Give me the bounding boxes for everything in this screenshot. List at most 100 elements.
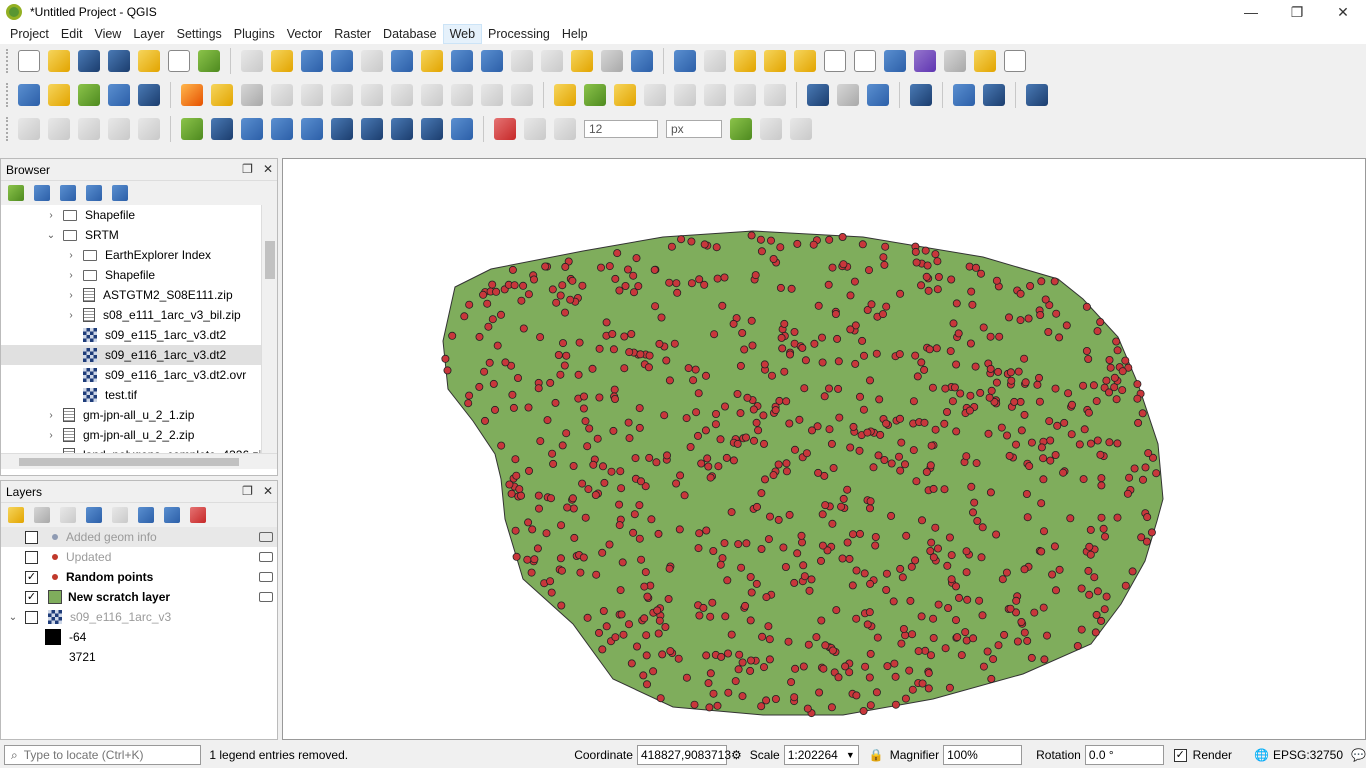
snapping-magnet-icon[interactable]	[494, 118, 516, 140]
random-point[interactable]	[619, 630, 628, 639]
random-point[interactable]	[1096, 317, 1105, 326]
db-layer-icon[interactable]	[837, 84, 859, 106]
random-point[interactable]	[697, 459, 706, 468]
random-point[interactable]	[610, 394, 619, 403]
random-point[interactable]	[906, 596, 915, 605]
random-point[interactable]	[933, 257, 942, 266]
random-point[interactable]	[557, 601, 566, 610]
random-point[interactable]	[653, 606, 662, 615]
random-point[interactable]	[944, 603, 953, 612]
random-point[interactable]	[875, 395, 884, 404]
random-point[interactable]	[882, 569, 891, 578]
random-point[interactable]	[779, 543, 788, 552]
db-manager-icon[interactable]	[807, 84, 829, 106]
random-point[interactable]	[1014, 367, 1023, 376]
random-point[interactable]	[562, 351, 571, 360]
random-point[interactable]	[928, 383, 937, 392]
random-point[interactable]	[687, 237, 696, 246]
pan-to-selection-icon[interactable]	[271, 50, 293, 72]
random-point[interactable]	[923, 261, 932, 270]
random-point[interactable]	[475, 332, 484, 341]
random-point[interactable]	[986, 488, 995, 497]
random-point[interactable]	[1059, 468, 1068, 477]
change-label-icon[interactable]	[764, 84, 786, 106]
random-point[interactable]	[946, 347, 955, 356]
random-point[interactable]	[616, 467, 625, 476]
random-point[interactable]	[1052, 586, 1061, 595]
random-point[interactable]	[654, 529, 663, 538]
browser-item[interactable]: ›land_polygons_complete_4326.zip	[1, 445, 277, 453]
random-point[interactable]	[771, 406, 780, 415]
random-point[interactable]	[1084, 354, 1093, 363]
random-point[interactable]	[933, 285, 942, 294]
random-point[interactable]	[566, 295, 575, 304]
random-point[interactable]	[1017, 426, 1026, 435]
random-point[interactable]	[627, 659, 636, 668]
random-point[interactable]	[524, 290, 533, 299]
random-point[interactable]	[749, 436, 758, 445]
snapping-type-icon[interactable]	[554, 118, 576, 140]
random-point[interactable]	[517, 296, 526, 305]
random-point[interactable]	[740, 345, 749, 354]
random-point[interactable]	[641, 568, 650, 577]
random-point[interactable]	[898, 573, 907, 582]
random-point[interactable]	[947, 551, 956, 560]
deselect-all-icon[interactable]	[794, 50, 816, 72]
random-point[interactable]	[949, 319, 958, 328]
random-point[interactable]	[1144, 449, 1153, 458]
random-point[interactable]	[736, 409, 745, 418]
add-delimited-text-icon[interactable]	[108, 84, 130, 106]
random-point[interactable]	[860, 351, 869, 360]
random-point[interactable]	[920, 418, 929, 427]
random-point[interactable]	[899, 624, 908, 633]
random-point[interactable]	[759, 663, 768, 672]
random-point[interactable]	[546, 378, 555, 387]
random-point[interactable]	[1026, 282, 1035, 291]
browser-item[interactable]: › Shapefile	[1, 205, 277, 225]
random-point[interactable]	[716, 435, 725, 444]
random-point[interactable]	[637, 555, 646, 564]
random-point[interactable]	[1048, 570, 1057, 579]
random-point[interactable]	[1118, 386, 1127, 395]
random-point[interactable]	[492, 287, 501, 296]
random-point[interactable]	[593, 434, 602, 443]
random-point[interactable]	[987, 674, 996, 683]
random-point[interactable]	[1152, 469, 1161, 478]
collapse-all-icon[interactable]	[86, 185, 102, 201]
random-point[interactable]	[640, 582, 649, 591]
chevron-down-icon[interactable]: ⌄	[45, 230, 57, 241]
random-point[interactable]	[1086, 439, 1095, 448]
random-point[interactable]	[921, 246, 930, 255]
float-panel-icon[interactable]: ❐	[242, 162, 253, 176]
random-point[interactable]	[650, 265, 659, 274]
random-point[interactable]	[629, 528, 638, 537]
random-point[interactable]	[441, 354, 450, 363]
random-point[interactable]	[955, 593, 964, 602]
map-canvas[interactable]	[282, 158, 1366, 740]
random-point[interactable]	[501, 358, 510, 367]
random-point[interactable]	[976, 388, 985, 397]
random-point[interactable]	[790, 445, 799, 454]
random-point[interactable]	[790, 327, 799, 336]
random-point[interactable]	[695, 275, 704, 284]
random-point[interactable]	[905, 666, 914, 675]
random-point[interactable]	[1097, 481, 1106, 490]
random-point[interactable]	[711, 420, 720, 429]
random-point[interactable]	[1102, 376, 1111, 385]
random-point[interactable]	[764, 535, 773, 544]
random-point[interactable]	[825, 425, 834, 434]
reshape-icon[interactable]	[331, 118, 353, 140]
random-point[interactable]	[1005, 313, 1014, 322]
random-point[interactable]	[443, 366, 452, 375]
random-point[interactable]	[992, 276, 1001, 285]
random-point[interactable]	[727, 630, 736, 639]
random-point[interactable]	[1134, 418, 1143, 427]
random-point[interactable]	[859, 405, 868, 414]
random-point[interactable]	[720, 273, 729, 282]
random-point[interactable]	[1092, 610, 1101, 619]
random-point[interactable]	[483, 299, 492, 308]
rotate-label-icon[interactable]	[734, 84, 756, 106]
random-point[interactable]	[1097, 616, 1106, 625]
random-point[interactable]	[546, 494, 555, 503]
random-point[interactable]	[562, 429, 571, 438]
